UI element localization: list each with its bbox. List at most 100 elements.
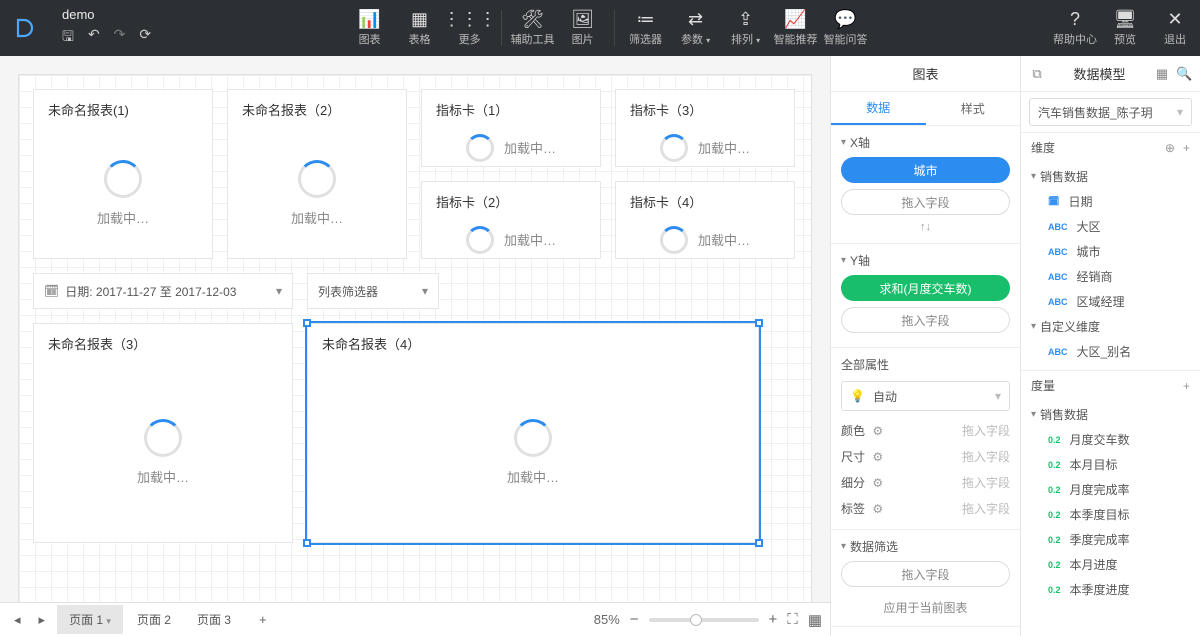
params-icon: ⇄: [688, 9, 703, 29]
canvas[interactable]: 未命名报表(1) 加载中… 未命名报表（2） 加载中… 指标卡（1） 加载中…: [18, 74, 812, 602]
grid-toggle-icon[interactable]: ▦: [808, 611, 822, 629]
panel-dock-icon[interactable]: ⧉: [1029, 66, 1045, 82]
grid-view-icon[interactable]: ▦: [1154, 66, 1170, 82]
document-title[interactable]: demo: [62, 7, 151, 22]
widget-report-1[interactable]: 未命名报表(1) 加载中…: [33, 89, 213, 259]
attr-细分[interactable]: 细分 ⚙拖入字段: [841, 469, 1010, 495]
add-page-button[interactable]: +: [249, 606, 277, 633]
x-axis-field[interactable]: 城市: [841, 157, 1010, 183]
zoom-in-icon[interactable]: +: [769, 611, 778, 628]
dataset-select[interactable]: 汽车销售数据_陈子玥 ▾: [1029, 98, 1192, 126]
add-dim-icon[interactable]: +: [1183, 141, 1190, 155]
dim-group-custom[interactable]: ▾自定义维度: [1027, 314, 1194, 339]
page-next-icon[interactable]: ▸: [33, 608, 52, 632]
save-icon[interactable]: 🖫: [62, 26, 74, 50]
toolbar-params-button[interactable]: ⇄参数 ▾: [671, 0, 721, 56]
widget-kpi-2[interactable]: 指标卡（2） 加载中…: [421, 181, 601, 259]
toolbar-preview-button[interactable]: 🖥预览: [1100, 0, 1150, 56]
search-icon[interactable]: 🔍: [1176, 66, 1192, 82]
toolbar-ai-button[interactable]: 📈智能推荐: [771, 0, 821, 56]
chart-config-panel: 图表 数据 样式 ▾X轴 城市 拖入字段 ↑↓ ▾Y轴 求和(月度交车数) 拖入…: [830, 56, 1020, 636]
tab-data[interactable]: 数据: [831, 92, 926, 125]
dimension-field[interactable]: ABC区域经理: [1027, 289, 1194, 314]
list-filter[interactable]: 列表筛选器 ▾: [307, 273, 439, 309]
page-tab[interactable]: 页面 2: [125, 605, 183, 634]
dim-group-sales[interactable]: ▾销售数据: [1027, 164, 1194, 189]
attr-标签[interactable]: 标签 ⚙拖入字段: [841, 495, 1010, 521]
dimension-field[interactable]: ABC经销商: [1027, 264, 1194, 289]
toolbar-help-button[interactable]: ?帮助中心: [1050, 0, 1100, 56]
toolbar-table-button[interactable]: ▦表格: [395, 0, 445, 56]
tab-style[interactable]: 样式: [926, 92, 1021, 125]
ai-icon: 📈: [784, 9, 806, 29]
attr-尺寸[interactable]: 尺寸 ⚙拖入字段: [841, 443, 1010, 469]
widget-report-3[interactable]: 未命名报表（3） 加载中…: [33, 323, 293, 543]
resize-handle[interactable]: [755, 539, 763, 547]
x-axis-dropzone[interactable]: 拖入字段: [841, 189, 1010, 215]
topbar: demo 🖫 ↶ ↷ ⟳ 📊图表▦表格⋮⋮⋮更多 🛠辅助工具🖼图片 ≔筛选器⇄参数 …: [0, 0, 1200, 56]
zoom-slider[interactable]: [649, 618, 759, 622]
page-tab[interactable]: 页面 3: [185, 605, 243, 634]
resize-handle[interactable]: [303, 319, 311, 327]
toolbar-exit-button[interactable]: ✕退出: [1150, 0, 1200, 56]
gear-icon[interactable]: ⚙: [872, 502, 883, 516]
fit-screen-icon[interactable]: ⛶: [787, 611, 798, 628]
toolbar-grid-button[interactable]: ⋮⋮⋮更多: [445, 0, 495, 56]
measure-field[interactable]: 0.2月度完成率: [1027, 477, 1194, 502]
dimension-field[interactable]: ABC大区_别名: [1027, 339, 1194, 364]
widget-kpi-3[interactable]: 指标卡（3） 加载中…: [615, 89, 795, 167]
widget-kpi-1[interactable]: 指标卡（1） 加载中…: [421, 89, 601, 167]
table-icon: ▦: [411, 9, 428, 29]
toolbar-chart-button[interactable]: 📊图表: [345, 0, 395, 56]
gear-icon[interactable]: ⚙: [872, 450, 883, 464]
filter-dropzone[interactable]: 拖入字段: [841, 561, 1010, 587]
y-axis-dropzone[interactable]: 拖入字段: [841, 307, 1010, 333]
brand-logo[interactable]: [0, 16, 48, 40]
measure-field[interactable]: 0.2本季度目标: [1027, 502, 1194, 527]
measure-field[interactable]: 0.2本月目标: [1027, 452, 1194, 477]
number-type-icon: 0.2: [1045, 484, 1064, 496]
zoom-value: 85%: [594, 612, 620, 627]
dimension-field[interactable]: ABC大区: [1027, 214, 1194, 239]
date-filter[interactable]: 🗓 日期: 2017-11-27 至 2017-12-03 ▾: [33, 273, 293, 309]
gear-icon[interactable]: ⚙: [872, 476, 883, 490]
measure-group-sales[interactable]: ▾销售数据: [1027, 402, 1194, 427]
toolbar-sort-button[interactable]: ⇪排列 ▾: [721, 0, 771, 56]
toolbar-tools-button[interactable]: 🛠辅助工具: [508, 0, 558, 56]
refresh-icon[interactable]: ⟳: [139, 26, 151, 50]
widget-kpi-4[interactable]: 指标卡（4） 加载中…: [615, 181, 795, 259]
page-prev-icon[interactable]: ◂: [8, 608, 27, 632]
spinner-icon: [466, 134, 494, 162]
text-type-icon: ABC: [1045, 271, 1071, 283]
swap-axes-icon[interactable]: ↑↓: [841, 221, 1010, 233]
bulb-icon: 💡: [850, 389, 865, 403]
number-type-icon: 0.2: [1045, 534, 1064, 546]
toolbar-filter-button[interactable]: ≔筛选器: [621, 0, 671, 56]
redo-icon[interactable]: ↷: [114, 26, 126, 50]
measure-field[interactable]: 0.2季度完成率: [1027, 527, 1194, 552]
resize-handle[interactable]: [303, 539, 311, 547]
measure-field[interactable]: 0.2本季度进度: [1027, 577, 1194, 602]
widget-report-2[interactable]: 未命名报表（2） 加载中…: [227, 89, 407, 259]
measure-field[interactable]: 0.2月度交车数: [1027, 427, 1194, 452]
globe-icon[interactable]: ⊕: [1165, 141, 1175, 155]
toolbar-qa-button[interactable]: 💬智能问答: [821, 0, 871, 56]
dimension-field[interactable]: 🗓日期: [1027, 189, 1194, 214]
toolbar-image-button[interactable]: 🖼图片: [558, 0, 608, 56]
attr-颜色[interactable]: 颜色 ⚙拖入字段: [841, 417, 1010, 443]
undo-icon[interactable]: ↶: [88, 26, 100, 50]
chart-icon: 📊: [358, 9, 380, 29]
dimension-field[interactable]: ABC城市: [1027, 239, 1194, 264]
filter-icon: ≔: [637, 9, 655, 29]
page-tab[interactable]: 页面 1 ▾: [57, 605, 123, 634]
zoom-out-icon[interactable]: −: [630, 611, 639, 628]
gear-icon[interactable]: ⚙: [872, 424, 883, 438]
widget-report-4[interactable]: 未命名报表（4） 加载中…: [307, 323, 759, 543]
measure-field[interactable]: 0.2本月进度: [1027, 552, 1194, 577]
spinner-icon: [144, 419, 182, 457]
chart-type-select[interactable]: 💡 自动 ▾: [841, 381, 1010, 411]
y-axis-field[interactable]: 求和(月度交车数): [841, 275, 1010, 301]
image-icon: 🖼: [571, 9, 594, 29]
add-measure-icon[interactable]: +: [1183, 379, 1190, 393]
resize-handle[interactable]: [755, 319, 763, 327]
